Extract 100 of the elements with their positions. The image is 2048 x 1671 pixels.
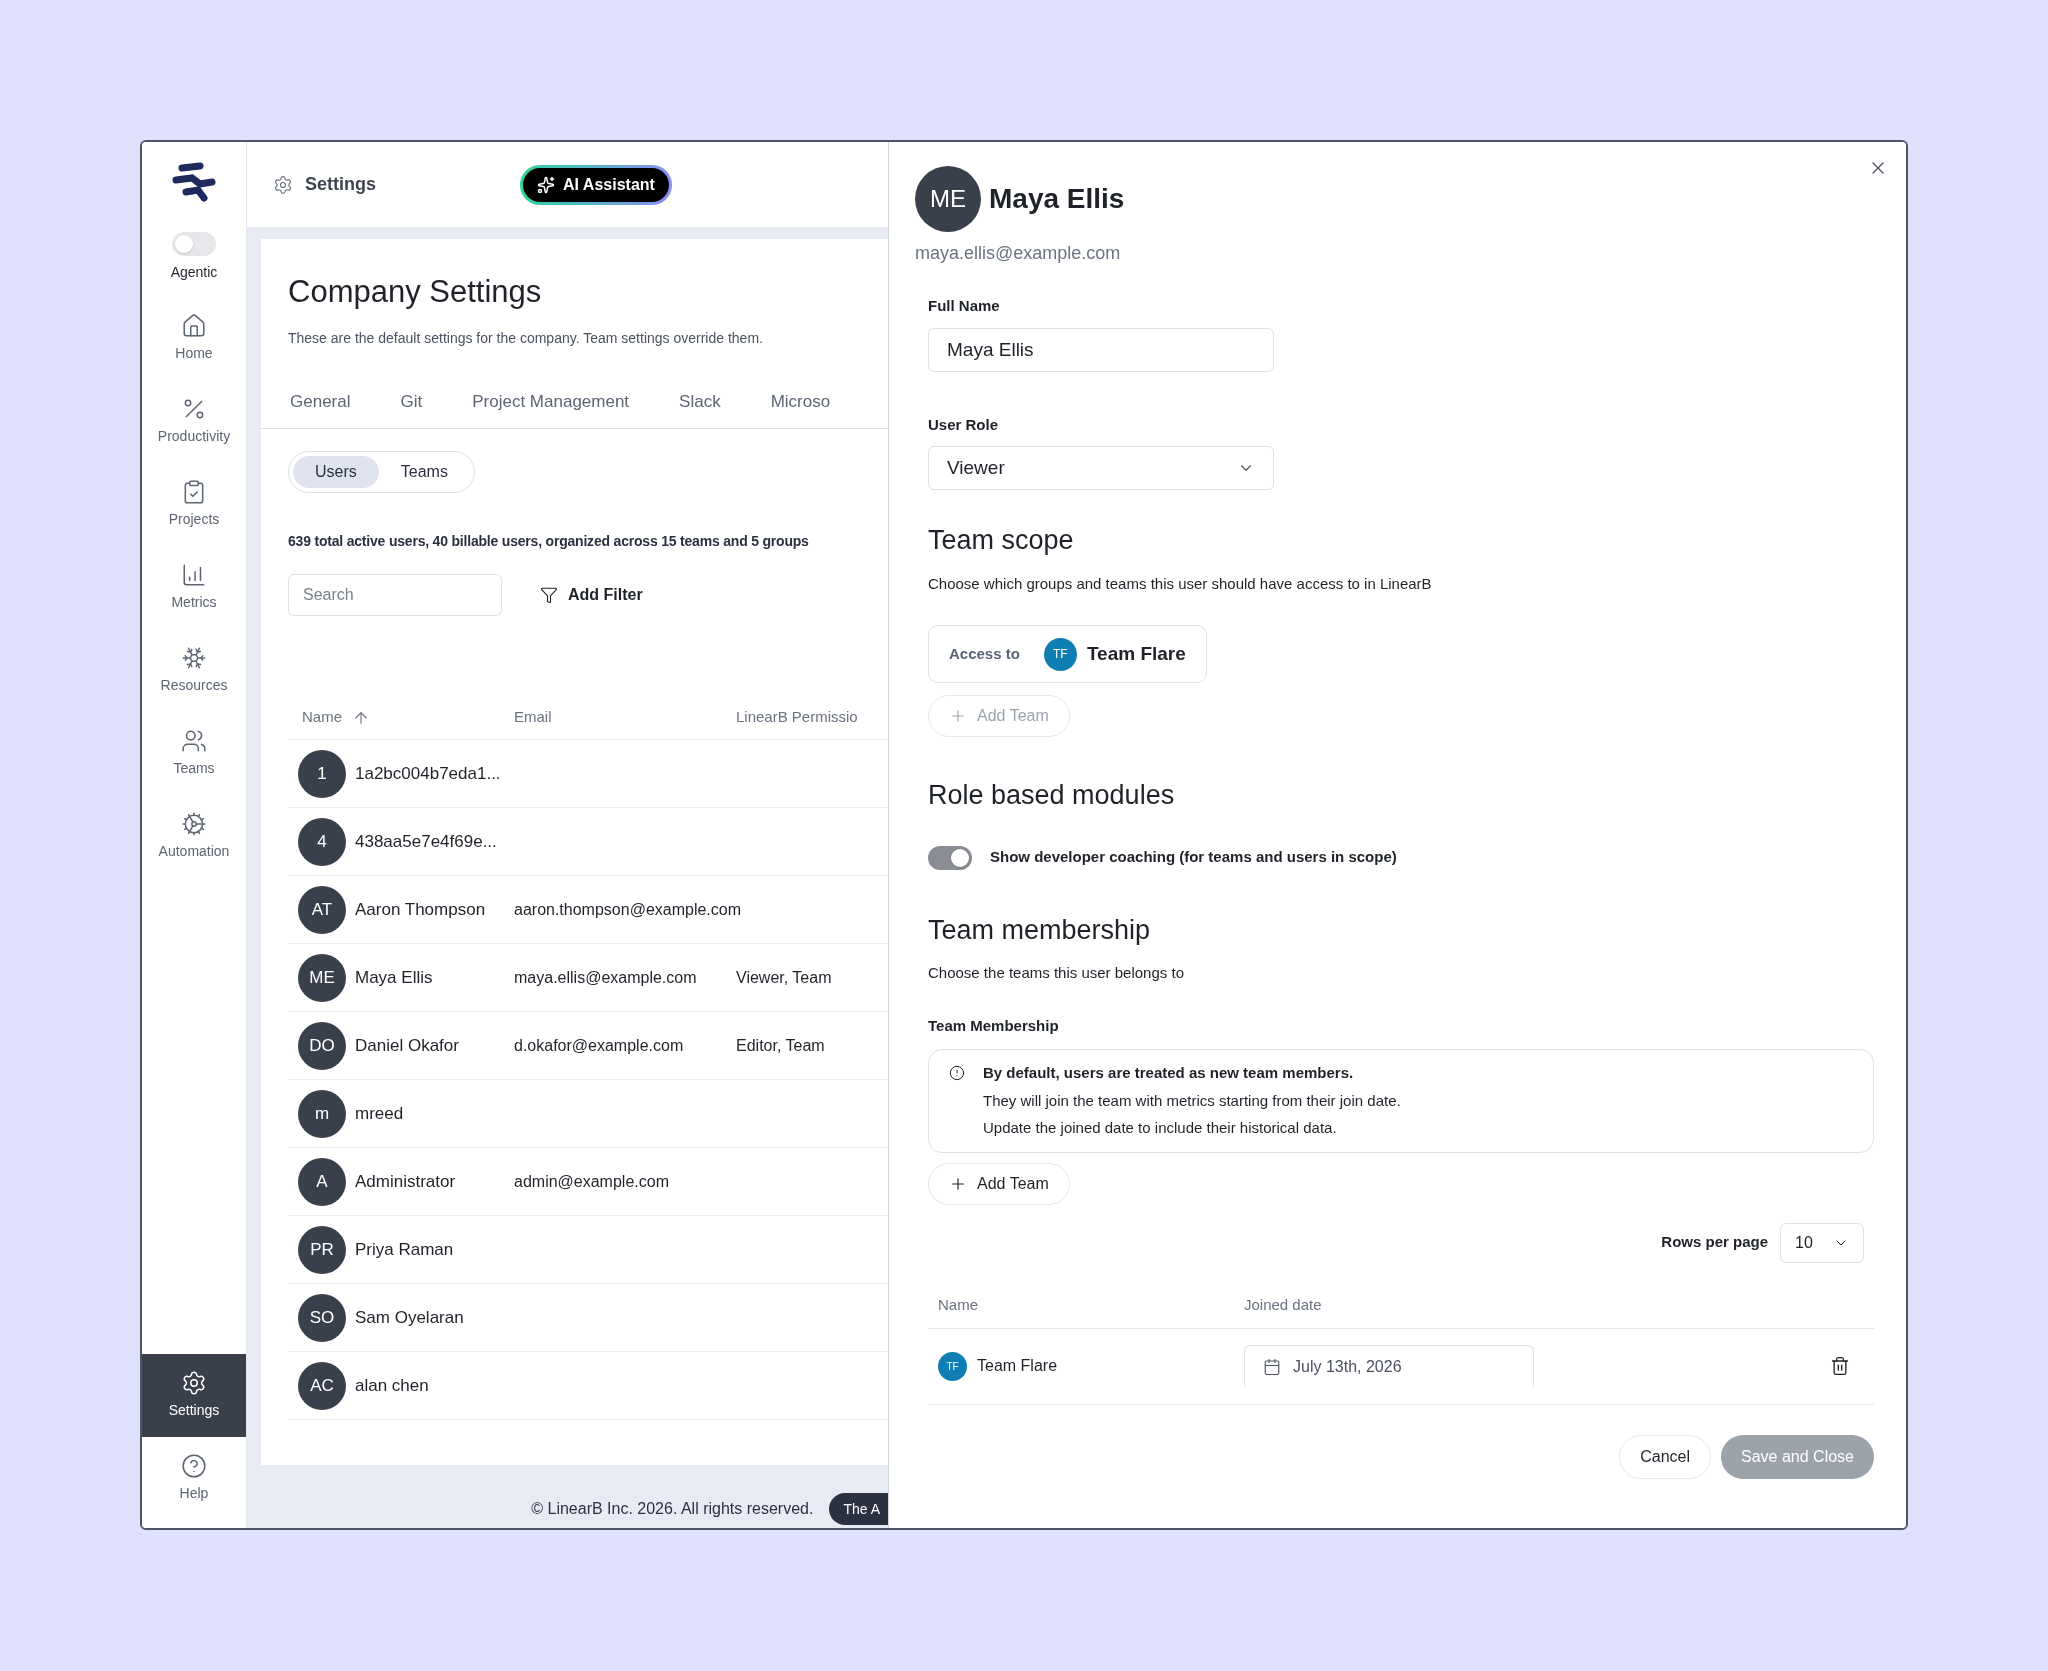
user-avatar: AT: [298, 885, 346, 934]
user-name: 438aa5e7e4f69e...: [355, 830, 497, 853]
info-icon: [949, 1065, 965, 1081]
agentic-label: Agentic: [170, 263, 218, 282]
user-row[interactable]: 1 1a2bc004b7eda1...: [288, 740, 888, 808]
user-name: Maya Ellis: [355, 966, 433, 989]
joined-date-field[interactable]: July 13th, 2026: [1244, 1345, 1534, 1387]
user-row[interactable]: m mreed: [288, 1080, 888, 1148]
nav-item[interactable]: Automation: [142, 795, 246, 878]
access-label: Access to: [949, 643, 1020, 664]
section-title: Team scope: [928, 524, 1075, 557]
user-email: d.okafor@example.com: [514, 1036, 684, 1054]
user-avatar: ME: [298, 953, 346, 1002]
user-email: aaron.thompson@example.com: [514, 900, 742, 918]
copyright-text: © LinearB Inc. 2026. All rights reserved.: [531, 1499, 814, 1519]
team-name: Team Flare: [1086, 641, 1186, 666]
section-title: Role based modules: [928, 779, 1176, 812]
nav-item[interactable]: Settings: [142, 1354, 246, 1437]
help-icon: [181, 1453, 207, 1479]
user-name: Aaron Thompson: [355, 898, 486, 921]
field-label: User Role: [928, 414, 1000, 435]
team-avatar: TF: [1043, 637, 1077, 671]
nav-item[interactable]: Teams: [142, 712, 246, 795]
nav-item[interactable]: Resources: [142, 629, 246, 712]
user-avatar: m: [298, 1089, 346, 1138]
notice-title: By default, users are treated as new team members.: [983, 1063, 1355, 1083]
toggle-label: Show developer coaching (for teams and users in scope): [990, 847, 1397, 868]
section-description: Choose the teams this user belongs to: [928, 963, 1185, 983]
user-row[interactable]: PR Priya Raman: [288, 1216, 888, 1284]
user-avatar: PR: [298, 1225, 346, 1274]
sparkles-icon: [537, 175, 555, 194]
team-avatar: TF: [938, 1351, 967, 1381]
user-name: Sam Oyelaran: [355, 1306, 464, 1329]
nav-item[interactable]: Home: [142, 297, 246, 380]
search-field[interactable]: Search: [288, 574, 502, 616]
settings-icon: [273, 174, 293, 195]
user-avatar: 4: [298, 817, 346, 866]
user-row[interactable]: AC alan chen: [288, 1352, 888, 1420]
column-header: Name: [937, 1294, 979, 1315]
user-role-select[interactable]: Viewer: [928, 446, 1274, 490]
nav-item[interactable]: Productivity: [142, 380, 246, 463]
user-email: maya.ellis@example.com: [915, 242, 1122, 265]
user-row[interactable]: 4 438aa5e7e4f69e...: [288, 808, 888, 876]
nav-item[interactable]: Metrics: [142, 546, 246, 629]
footer-badge[interactable]: The A: [829, 1493, 888, 1525]
user-row[interactable]: DO Daniel Okafor d.okafor@example.com Editor, Team: [288, 1012, 888, 1080]
user-avatar: SO: [298, 1293, 346, 1342]
agentic-toggle[interactable]: [172, 232, 216, 256]
user-name: mreed: [355, 1102, 404, 1125]
user-row[interactable]: A Administrator admin@example.com: [288, 1148, 888, 1216]
column-header[interactable]: LinearB Permissio: [736, 706, 858, 729]
rows-per-page-select[interactable]: 10: [1780, 1222, 1864, 1263]
add-filter-button[interactable]: Add Filter: [540, 583, 643, 607]
filter-icon: [540, 586, 558, 604]
user-row[interactable]: AT Aaron Thompson aaron.thompson@example.com: [288, 876, 888, 944]
field-label: Full Name: [928, 296, 1001, 316]
bar-chart-icon: [181, 562, 207, 588]
settings-tab[interactable]: Slack: [679, 388, 721, 428]
user-avatar: ME: [915, 166, 981, 232]
user-permissions: Viewer, Team: [736, 968, 832, 986]
field-label: Team Membership: [928, 1015, 1060, 1036]
logo-icon: [170, 160, 218, 204]
delete-button[interactable]: [1830, 1356, 1850, 1376]
header-title: Settings: [305, 173, 376, 196]
user-name: alan chen: [355, 1374, 429, 1397]
full-name-field[interactable]: Maya Ellis: [928, 327, 1274, 372]
user-avatar: DO: [298, 1021, 346, 1070]
segment-tab[interactable]: Teams: [378, 456, 470, 488]
settings-tab[interactable]: Microso: [770, 388, 831, 428]
user-permissions: Editor, Team: [736, 1036, 825, 1054]
user-row[interactable]: SO Sam Oyelaran: [288, 1284, 888, 1352]
nav-item[interactable]: Help: [142, 1437, 246, 1520]
user-name: Maya Ellis: [989, 182, 1125, 216]
users-summary: 639 total active users, 40 billable users, organized across 15 teams and 5 groups: [288, 532, 810, 551]
settings-tab[interactable]: Project Management: [472, 388, 630, 428]
team-name: Team Flare: [977, 1356, 1058, 1376]
column-header[interactable]: Name: [302, 706, 342, 729]
settings-tab[interactable]: General: [290, 388, 351, 428]
section-description: Choose which groups and teams this user should have access to in LinearB: [928, 573, 1433, 594]
settings-icon: [181, 1370, 207, 1396]
page-subtitle: These are the default settings for the company. Team settings override them.: [288, 328, 764, 348]
house-icon: [181, 313, 207, 339]
segment-tab[interactable]: Users: [293, 456, 379, 488]
user-name: Priya Raman: [355, 1238, 454, 1261]
column-header: Joined date: [1244, 1294, 1322, 1315]
column-header[interactable]: Email: [514, 706, 736, 729]
user-avatar: 1: [298, 749, 346, 798]
section-title: Team membership: [928, 913, 1152, 947]
gear-icon: [181, 811, 207, 837]
user-row[interactable]: ME Maya Ellis maya.ellis@example.com Viewer, Team: [288, 944, 888, 1012]
plus-icon: [949, 707, 967, 725]
settings-tab[interactable]: Git: [400, 388, 423, 428]
notice-text: Update the joined date to include their historical data.: [983, 1118, 1338, 1138]
user-name: Daniel Okafor: [355, 1034, 459, 1057]
user-email: maya.ellis@example.com: [514, 968, 697, 986]
users-icon: [181, 728, 207, 754]
user-name: 1a2bc004b7eda1...: [355, 762, 501, 785]
user-avatar: A: [298, 1157, 346, 1206]
user-avatar: AC: [298, 1361, 346, 1410]
nav-item[interactable]: Projects: [142, 463, 246, 546]
